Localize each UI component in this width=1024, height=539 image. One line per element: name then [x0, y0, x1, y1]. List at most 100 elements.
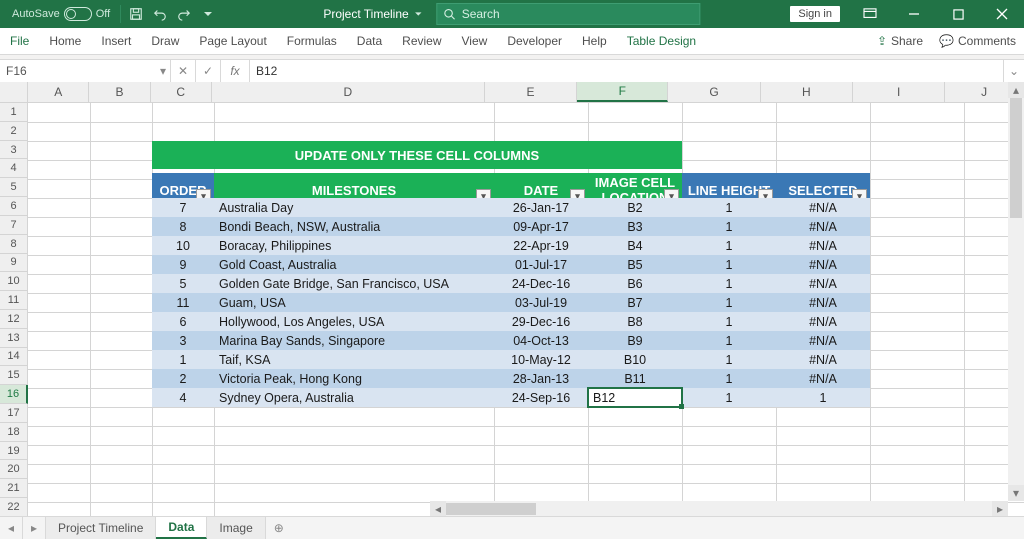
table-cell[interactable]: B8 — [588, 312, 682, 331]
ribbon-tab-page-layout[interactable]: Page Layout — [189, 28, 276, 54]
table-cell[interactable]: 1 — [682, 255, 776, 274]
table-cell[interactable]: Boracay, Philippines — [214, 236, 494, 255]
table-cell[interactable]: 04-Oct-13 — [494, 331, 588, 350]
table-cell[interactable]: 22-Apr-19 — [494, 236, 588, 255]
table-cell[interactable]: 1 — [776, 388, 870, 407]
column-header[interactable]: F — [577, 82, 668, 102]
row-header[interactable]: 12 — [0, 310, 28, 329]
column-header[interactable]: E — [485, 82, 577, 102]
table-cell[interactable]: B7 — [588, 293, 682, 312]
horizontal-scrollbar[interactable]: ◂ ▸ — [430, 501, 1008, 517]
table-cell[interactable]: B10 — [588, 350, 682, 369]
select-all-corner[interactable] — [0, 82, 28, 102]
worksheet-grid[interactable]: ABCDEFGHIJ 12345678910111213141516171819… — [0, 82, 1024, 517]
row-header[interactable]: 10 — [0, 272, 28, 291]
table-cell[interactable]: 11 — [152, 293, 214, 312]
table-cell[interactable]: B3 — [588, 217, 682, 236]
table-cell[interactable]: 28-Jan-13 — [494, 369, 588, 388]
sheet-tab[interactable]: Image — [207, 517, 265, 539]
table-cell[interactable]: 26-Jan-17 — [494, 198, 588, 217]
ribbon-tab-insert[interactable]: Insert — [91, 28, 141, 54]
ribbon-display-icon[interactable] — [848, 0, 892, 28]
table-cell[interactable]: Victoria Peak, Hong Kong — [214, 369, 494, 388]
row-header[interactable]: 5 — [0, 178, 28, 197]
share-button[interactable]: ⇪Share — [869, 28, 931, 54]
enter-formula-button[interactable]: ✓ — [196, 60, 221, 82]
table-cell[interactable]: #N/A — [776, 293, 870, 312]
column-header[interactable]: D — [212, 82, 485, 102]
vertical-scrollbar[interactable]: ▴ ▾ — [1008, 82, 1024, 501]
row-header[interactable]: 11 — [0, 291, 28, 310]
scroll-down-icon[interactable]: ▾ — [1008, 485, 1024, 501]
ribbon-tab-draw[interactable]: Draw — [141, 28, 189, 54]
column-header[interactable]: B — [89, 82, 150, 102]
ribbon-tab-home[interactable]: Home — [39, 28, 91, 54]
table-cell[interactable]: Guam, USA — [214, 293, 494, 312]
table-cell[interactable]: B9 — [588, 331, 682, 350]
maximize-icon[interactable] — [936, 0, 980, 28]
table-cell[interactable]: 2 — [152, 369, 214, 388]
search-input[interactable]: Search — [437, 3, 701, 25]
row-header[interactable]: 14 — [0, 348, 28, 367]
row-header[interactable]: 15 — [0, 366, 28, 385]
table-cell[interactable]: Hollywood, Los Angeles, USA — [214, 312, 494, 331]
table-cell[interactable]: #N/A — [776, 331, 870, 350]
table-cell[interactable]: 1 — [682, 350, 776, 369]
cancel-formula-button[interactable]: ✕ — [171, 60, 196, 82]
undo-icon[interactable] — [149, 3, 171, 25]
table-cell[interactable]: 9 — [152, 255, 214, 274]
table-cell[interactable]: Sydney Opera, Australia — [214, 388, 494, 407]
table-cell[interactable]: Gold Coast, Australia — [214, 255, 494, 274]
table-cell[interactable]: Australia Day — [214, 198, 494, 217]
table-cell[interactable]: 10-May-12 — [494, 350, 588, 369]
table-cell[interactable]: B5 — [588, 255, 682, 274]
table-cell[interactable]: 01-Jul-17 — [494, 255, 588, 274]
table-cell[interactable]: #N/A — [776, 236, 870, 255]
column-header[interactable]: I — [853, 82, 945, 102]
row-header[interactable]: 22 — [0, 498, 28, 517]
table-cell[interactable]: #N/A — [776, 350, 870, 369]
row-header[interactable]: 9 — [0, 254, 28, 273]
table-cell[interactable]: 1 — [682, 369, 776, 388]
row-header[interactable]: 13 — [0, 329, 28, 348]
formula-input[interactable]: B12 — [250, 60, 1003, 82]
save-icon[interactable] — [125, 3, 147, 25]
row-header[interactable]: 8 — [0, 235, 28, 254]
table-cell[interactable]: 1 — [152, 350, 214, 369]
column-header[interactable]: A — [28, 82, 89, 102]
ribbon-tab-help[interactable]: Help — [572, 28, 617, 54]
table-cell[interactable]: B12 — [588, 388, 682, 407]
table-cell[interactable]: B6 — [588, 274, 682, 293]
table-cell[interactable]: 24-Sep-16 — [494, 388, 588, 407]
comments-button[interactable]: 💬Comments — [931, 28, 1024, 54]
table-cell[interactable]: 1 — [682, 217, 776, 236]
ribbon-tab-view[interactable]: View — [452, 28, 498, 54]
row-header[interactable]: 7 — [0, 216, 28, 235]
table-cell[interactable]: #N/A — [776, 369, 870, 388]
scroll-left-icon[interactable]: ◂ — [430, 501, 446, 517]
table-cell[interactable]: 1 — [682, 388, 776, 407]
table-cell[interactable]: 1 — [682, 331, 776, 350]
table-cell[interactable]: 29-Dec-16 — [494, 312, 588, 331]
table-cell[interactable]: Taif, KSA — [214, 350, 494, 369]
table-cell[interactable]: Bondi Beach, NSW, Australia — [214, 217, 494, 236]
row-header[interactable]: 19 — [0, 442, 28, 461]
new-sheet-button[interactable]: ⊕ — [266, 517, 292, 539]
document-title[interactable]: Project Timeline — [323, 7, 422, 21]
table-cell[interactable]: 7 — [152, 198, 214, 217]
sheet-tab[interactable]: Data — [156, 517, 207, 539]
row-header[interactable]: 17 — [0, 404, 28, 423]
sheet-nav-next-icon[interactable]: ▸ — [23, 517, 46, 539]
column-header[interactable]: C — [151, 82, 212, 102]
table-cell[interactable]: 3 — [152, 331, 214, 350]
scroll-up-icon[interactable]: ▴ — [1008, 82, 1024, 98]
table-cell[interactable]: 1 — [682, 198, 776, 217]
ribbon-tab-data[interactable]: Data — [347, 28, 392, 54]
table-cell[interactable]: #N/A — [776, 274, 870, 293]
table-cell[interactable]: #N/A — [776, 312, 870, 331]
minimize-icon[interactable] — [892, 0, 936, 28]
table-cell[interactable]: 09-Apr-17 — [494, 217, 588, 236]
close-icon[interactable] — [980, 0, 1024, 28]
row-header[interactable]: 6 — [0, 197, 28, 216]
expand-formula-icon[interactable]: ⌄ — [1003, 60, 1024, 82]
